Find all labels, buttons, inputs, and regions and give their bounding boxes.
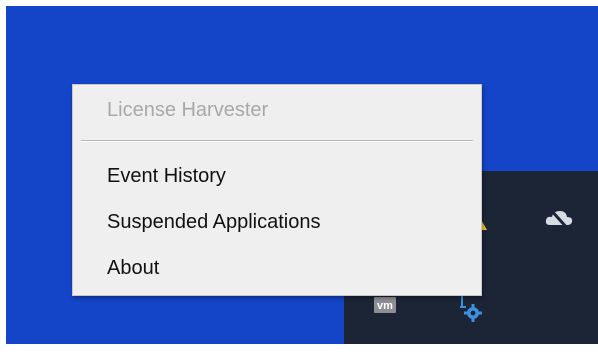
cloud-off-icon[interactable] — [544, 207, 574, 231]
screen: vm License Harvester Event History Suspe… — [0, 0, 598, 354]
menu-separator — [81, 140, 473, 142]
context-menu: License Harvester Event History Suspende… — [72, 84, 482, 296]
menu-item-about[interactable]: About — [73, 251, 481, 289]
menu-item-label: Event History — [107, 165, 226, 187]
svg-text:vm: vm — [377, 300, 393, 312]
menu-item-label: Suspended Applications — [107, 211, 321, 233]
menu-item-event-history[interactable]: Event History — [73, 159, 481, 197]
menu-item-suspended-applications[interactable]: Suspended Applications — [73, 205, 481, 243]
license-gear-icon[interactable] — [456, 293, 484, 323]
vmware-icon[interactable]: vm — [374, 297, 396, 313]
menu-header-license-harvester: License Harvester — [107, 99, 269, 121]
desktop-background: vm License Harvester Event History Suspe… — [6, 6, 598, 344]
menu-item-label: About — [107, 257, 160, 279]
